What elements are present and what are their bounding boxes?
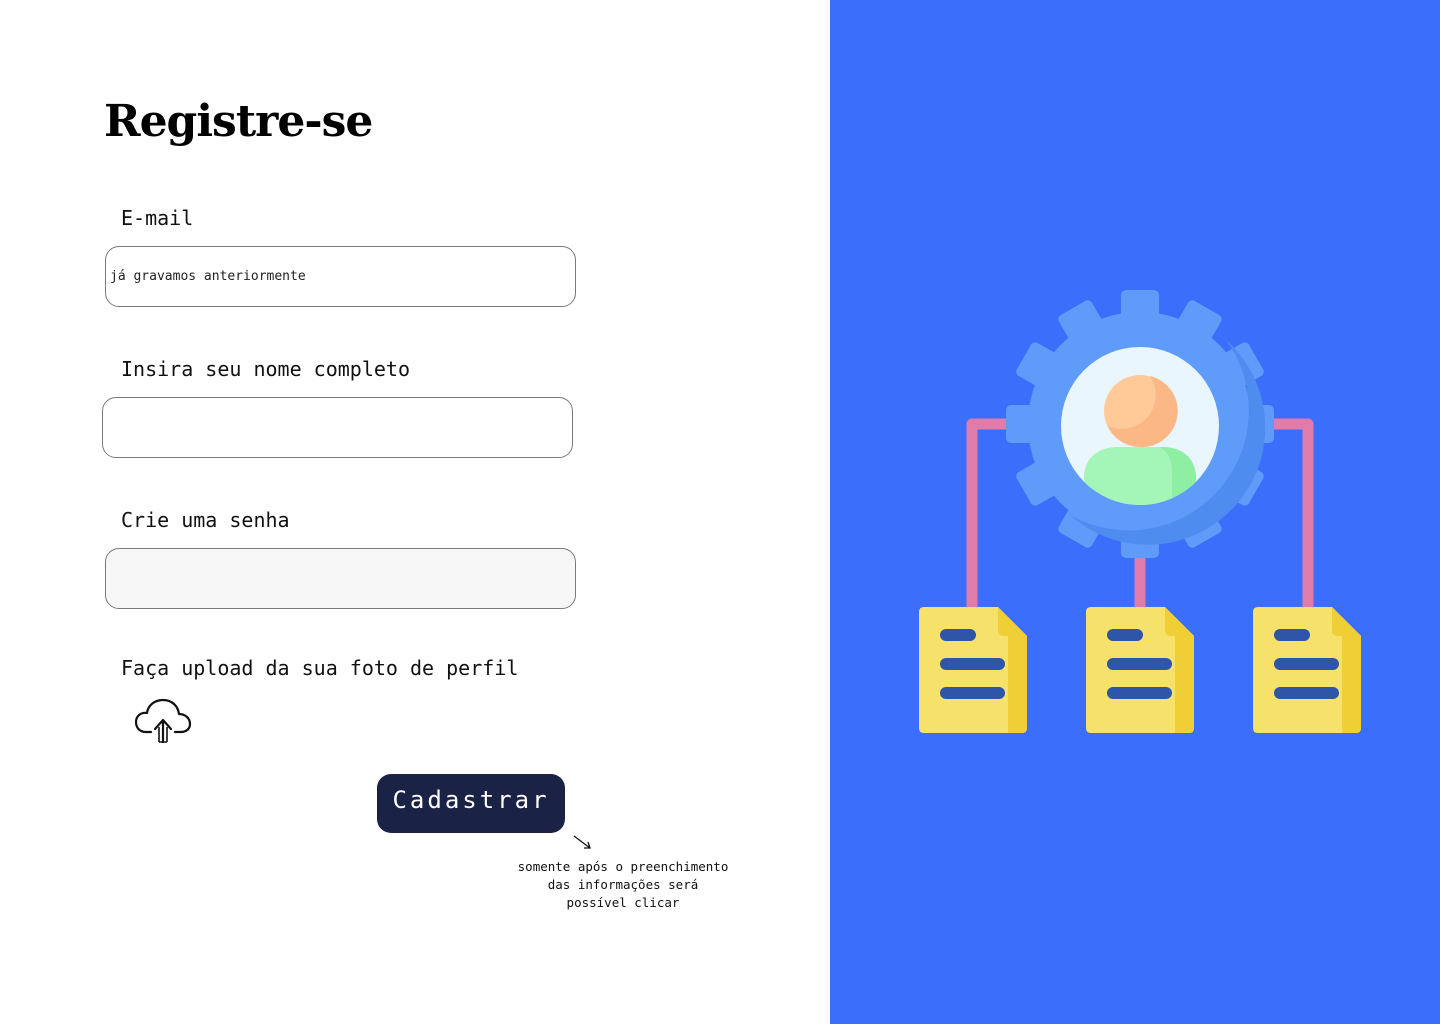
form-panel: Registre-se E-mail Insira seu nome compl… [0, 0, 830, 1024]
user-settings-illustration [919, 290, 1361, 733]
document-icon [1253, 607, 1361, 733]
password-label: Crie uma senha [121, 508, 290, 532]
name-label: Insira seu nome completo [121, 357, 410, 381]
email-label: E-mail [121, 206, 194, 230]
full-name-field[interactable] [102, 397, 573, 458]
document-icon [919, 607, 1027, 733]
email-field[interactable] [105, 246, 576, 307]
cloud-upload-icon[interactable] [134, 696, 192, 744]
upload-label: Faça upload da sua foto de perfil [121, 656, 519, 680]
registration-page: Registre-se E-mail Insira seu nome compl… [0, 0, 1440, 1024]
page-title: Registre-se [104, 96, 373, 147]
password-field[interactable] [105, 548, 576, 609]
register-button[interactable]: Cadastrar [377, 774, 565, 833]
document-icon [1086, 607, 1194, 733]
user-avatar-icon [1061, 347, 1219, 505]
submit-hint: somente após o preenchimento das informa… [517, 859, 729, 910]
arrow-icon [573, 835, 591, 849]
